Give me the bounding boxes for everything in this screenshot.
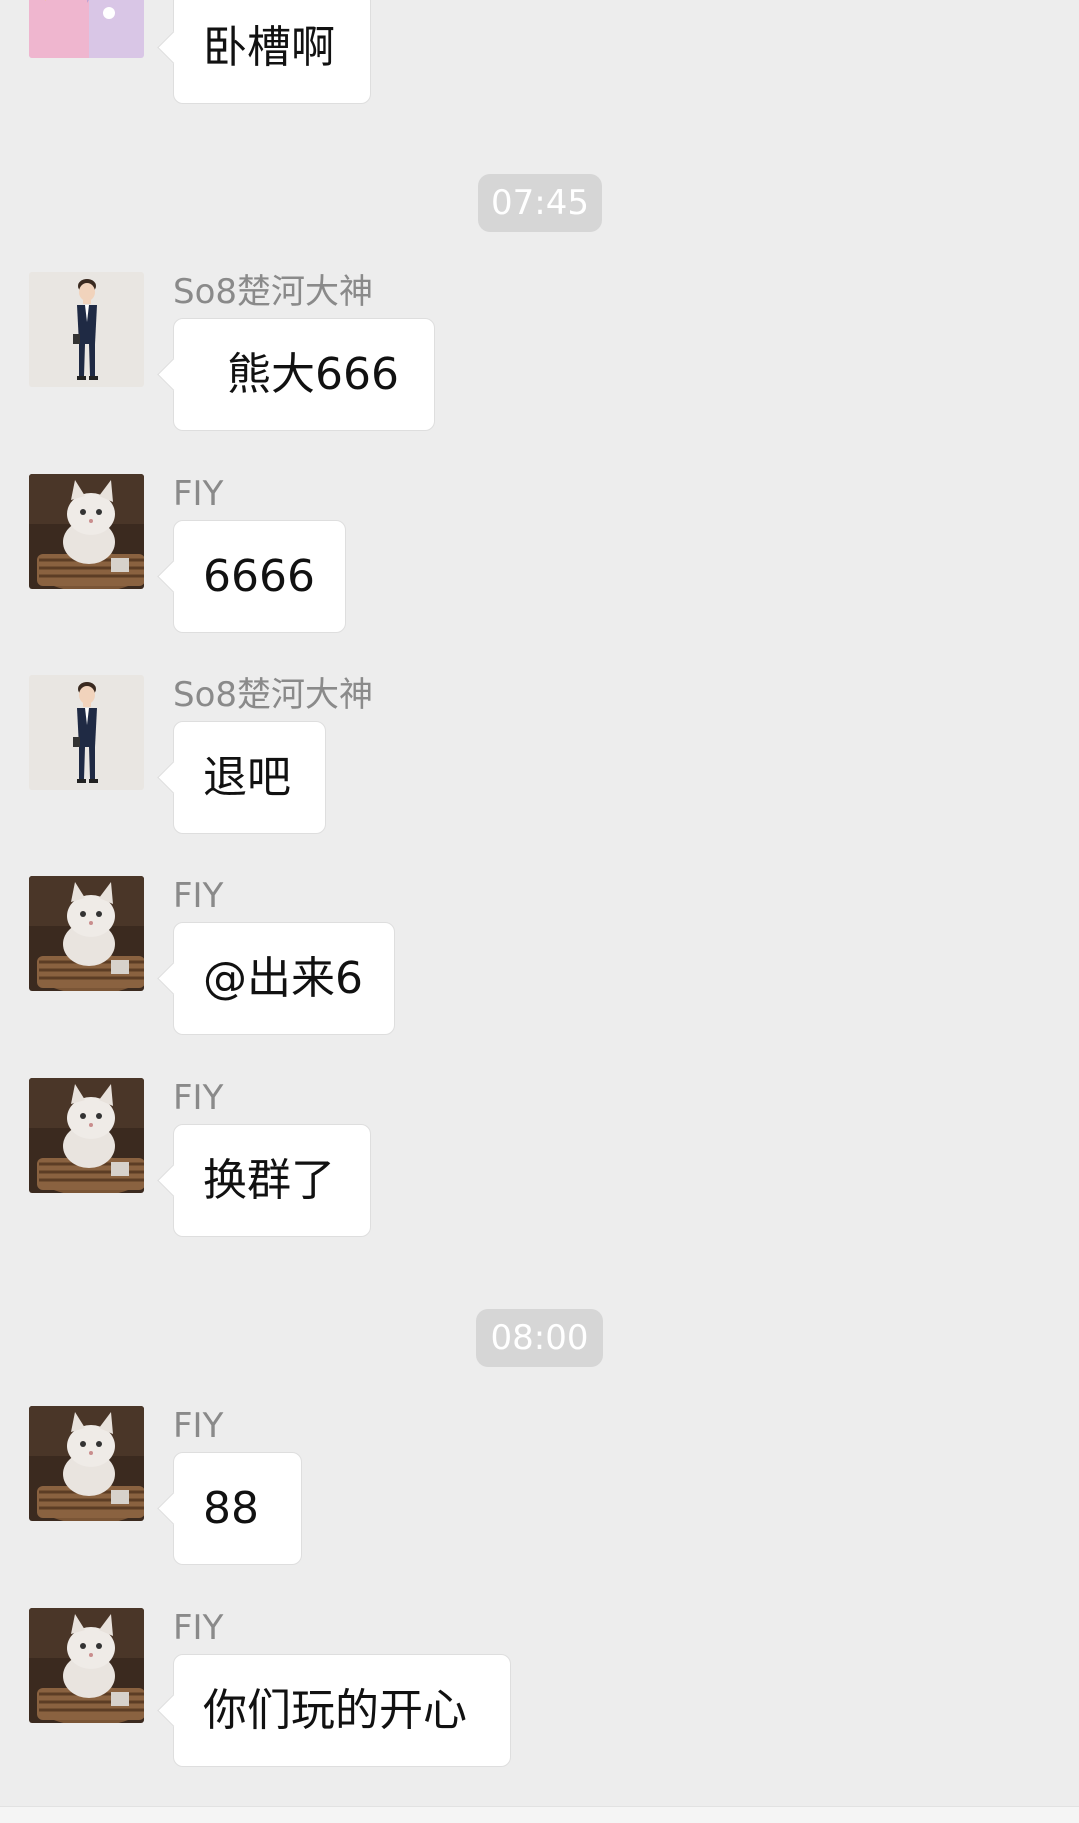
kitten-avatar[interactable]	[29, 876, 144, 991]
sender-name: FIY	[173, 1608, 224, 1648]
input-bar-edge	[0, 1806, 1079, 1823]
timestamp-divider: 07:45	[478, 174, 602, 232]
kitten-avatar[interactable]	[29, 1078, 144, 1193]
message-bubble[interactable]: @出来6	[173, 922, 395, 1035]
message-bubble[interactable]: 熊大666	[173, 318, 435, 431]
man-suit-avatar[interactable]	[29, 272, 144, 387]
message-bubble[interactable]: 88	[173, 1452, 302, 1565]
message-bubble[interactable]: 你们玩的开心	[173, 1654, 511, 1767]
message-bubble[interactable]: 换群了	[173, 1124, 371, 1237]
sender-name: FIY	[173, 474, 224, 514]
kitten-avatar[interactable]	[29, 1406, 144, 1521]
sender-name: FIY	[173, 876, 224, 916]
chat-view: 卧槽啊 07:45 So8楚河大神 熊大666 FIY 6666 So8楚河大神…	[0, 0, 1079, 1823]
sender-name: FIY	[173, 1406, 224, 1446]
kitten-avatar[interactable]	[29, 1608, 144, 1723]
sender-name: FIY	[173, 1078, 224, 1118]
message-bubble[interactable]: 退吧	[173, 721, 326, 834]
message-bubble[interactable]: 卧槽啊	[173, 0, 371, 104]
sender-name: So8楚河大神	[173, 272, 374, 312]
man-suit-avatar[interactable]	[29, 675, 144, 790]
kitten-avatar[interactable]	[29, 474, 144, 589]
anime-avatar[interactable]	[29, 0, 144, 58]
timestamp-divider: 08:00	[476, 1309, 603, 1367]
sender-name: So8楚河大神	[173, 675, 374, 715]
message-bubble[interactable]: 6666	[173, 520, 346, 633]
